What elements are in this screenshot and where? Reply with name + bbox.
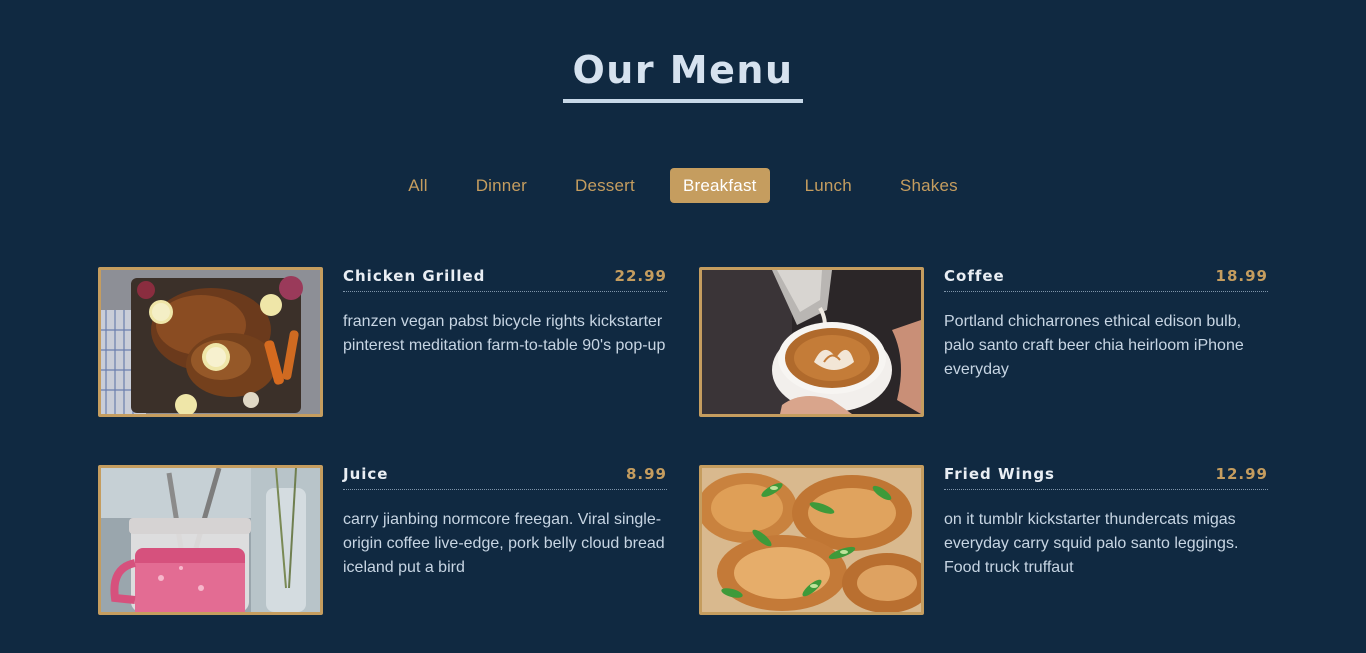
item-header: Juice 8.99 [343,465,667,490]
item-description: franzen vegan pabst bicycle rights kicks… [343,313,666,354]
filter-dessert-button[interactable]: Dessert [562,168,648,203]
item-name: Coffee [944,267,1005,285]
item-header: Coffee 18.99 [944,267,1268,292]
latte-art-photo [699,267,924,417]
category-filters: All Dinner Dessert Breakfast Lunch Shake… [0,168,1366,203]
item-name: Chicken Grilled [343,267,486,285]
fried-wings-photo [699,465,924,615]
filter-breakfast-button[interactable]: Breakfast [669,168,770,203]
page-title: Our Menu [572,48,794,92]
item-name: Juice [343,465,389,483]
filter-lunch-button[interactable]: Lunch [792,168,865,203]
item-price: 22.99 [614,267,667,285]
filter-dinner-button[interactable]: Dinner [463,168,540,203]
item-header: Chicken Grilled 22.99 [343,267,667,292]
menu-item-fried-wings: Fried Wings 12.99 on it tumblr kickstart… [699,465,1269,615]
item-header: Fried Wings 12.99 [944,465,1268,490]
menu-item-juice: Juice 8.99 carry jianbing normcore freeg… [98,465,668,615]
roast-chicken-photo [98,267,323,417]
filter-all-button[interactable]: All [395,168,441,203]
item-description: carry jianbing normcore freegan. Viral s… [343,511,665,576]
title-underline [563,99,803,103]
item-description: on it tumblr kickstarter thundercats mig… [944,511,1239,576]
menu-page: Our Menu All Dinner Dessert Breakfast Lu… [0,0,1366,653]
item-price: 8.99 [625,465,667,483]
item-price: 18.99 [1215,267,1268,285]
item-description: Portland chicharrones ethical edison bul… [944,313,1244,378]
item-name: Fried Wings [944,465,1055,483]
item-price: 12.99 [1215,465,1268,483]
pink-juice-jar-photo [98,465,323,615]
filter-shakes-button[interactable]: Shakes [887,168,971,203]
menu-item-chicken-grilled: Chicken Grilled 22.99 franzen vegan pabs… [98,267,668,417]
menu-item-coffee: Coffee 18.99 Portland chicharrones ethic… [699,267,1269,417]
